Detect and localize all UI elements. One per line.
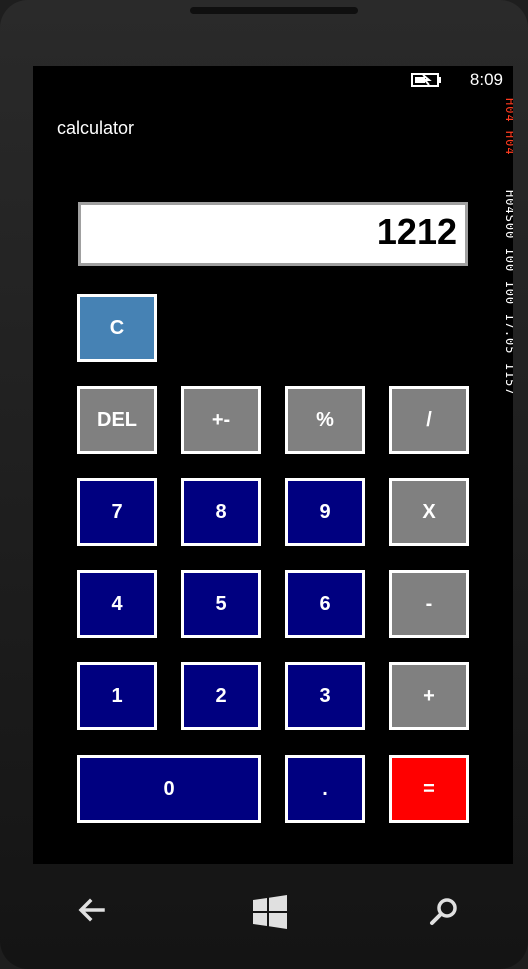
digit-4-button[interactable]: 4 xyxy=(77,570,157,638)
calculator-display: 1212 xyxy=(78,202,468,266)
battery-charging-icon xyxy=(411,73,441,87)
digit-1-button[interactable]: 1 xyxy=(77,662,157,730)
digit-0-button[interactable]: 0 xyxy=(77,755,261,823)
digit-7-button[interactable]: 7 xyxy=(77,478,157,546)
frame-rate-counter-red: H04 H04 xyxy=(503,98,513,156)
plus-button[interactable]: + xyxy=(389,662,469,730)
clear-button[interactable]: C xyxy=(77,294,157,362)
digit-2-button[interactable]: 2 xyxy=(181,662,261,730)
digit-6-button[interactable]: 6 xyxy=(285,570,365,638)
digit-9-button[interactable]: 9 xyxy=(285,478,365,546)
phone-frame: 8:09 calculator 1212 C DEL +- % / 7 8 9 … xyxy=(0,0,528,969)
percent-button[interactable]: % xyxy=(285,386,365,454)
digit-8-button[interactable]: 8 xyxy=(181,478,261,546)
plus-minus-button[interactable]: +- xyxy=(181,386,261,454)
display-value: 1212 xyxy=(376,211,457,252)
delete-button[interactable]: DEL xyxy=(77,386,157,454)
digit-5-button[interactable]: 5 xyxy=(181,570,261,638)
minus-button[interactable]: - xyxy=(389,570,469,638)
decimal-button[interactable]: . xyxy=(285,755,365,823)
digit-3-button[interactable]: 3 xyxy=(285,662,365,730)
frame-rate-counter-white: H04S00 100 100 17.05 1157 xyxy=(503,190,513,396)
screen: 8:09 calculator 1212 C DEL +- % / 7 8 9 … xyxy=(33,66,513,864)
back-arrow-icon[interactable] xyxy=(76,895,106,925)
divide-button[interactable]: / xyxy=(389,386,469,454)
search-icon[interactable] xyxy=(428,895,460,927)
frame-rate-counter: H04 H04 H04S00 100 100 17.05 1157 xyxy=(501,98,513,458)
equals-button[interactable]: = xyxy=(389,755,469,823)
multiply-button[interactable]: X xyxy=(389,478,469,546)
status-time: 8:09 xyxy=(469,70,503,89)
app-title: calculator xyxy=(57,118,135,138)
windows-logo-icon[interactable] xyxy=(251,893,289,931)
speaker-grill xyxy=(190,7,358,14)
